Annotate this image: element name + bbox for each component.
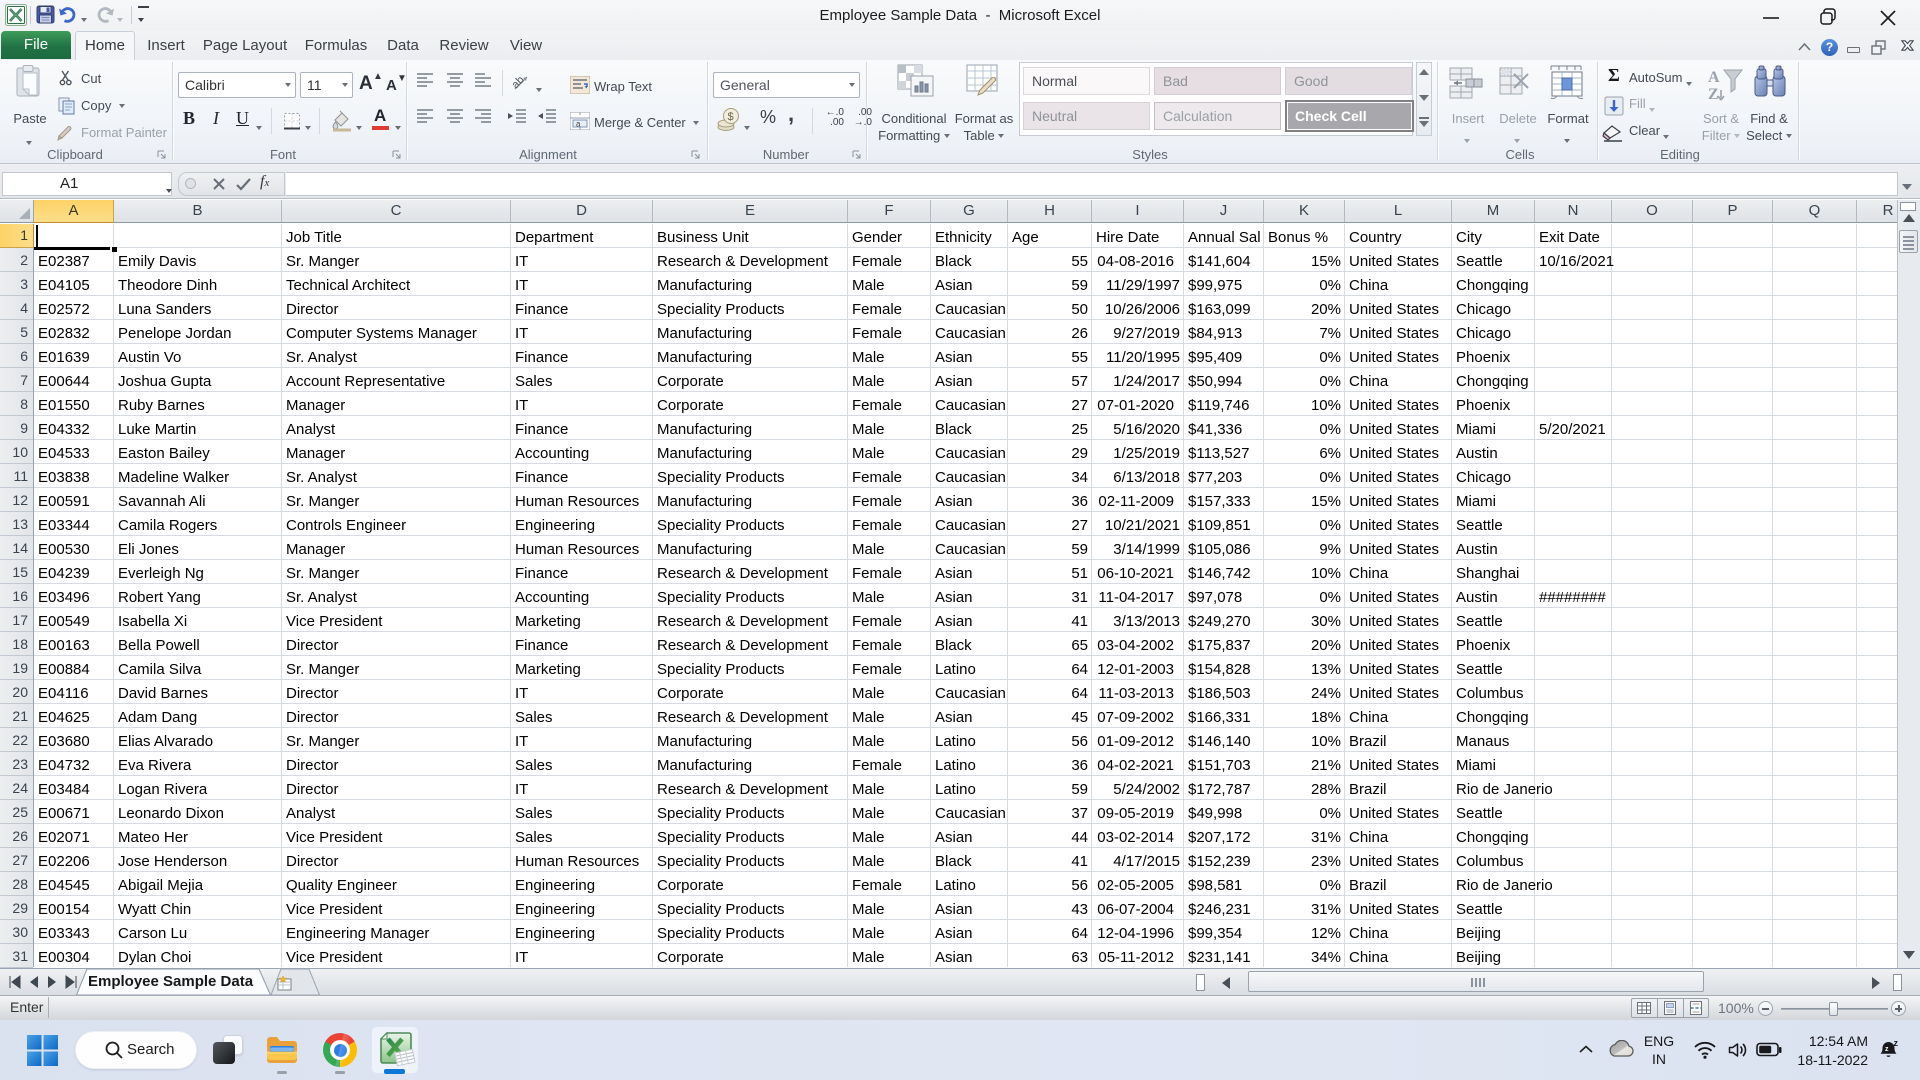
svg-text:z: z — [1885, 1046, 1889, 1053]
svg-text:ab: ab — [512, 74, 527, 91]
svg-text:a: a — [576, 120, 581, 129]
svg-text:Z: Z — [1708, 86, 1719, 103]
svg-text:z: z — [1894, 1039, 1899, 1048]
svg-text:A: A — [1708, 69, 1720, 86]
svg-text:$: $ — [728, 111, 734, 123]
